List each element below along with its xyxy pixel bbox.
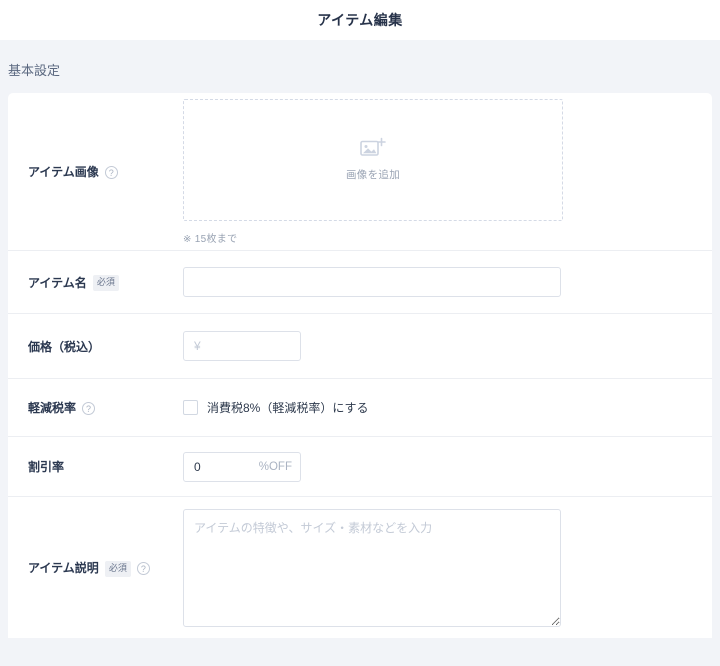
price-label-text: 価格（税込） [28, 339, 101, 354]
reduced-tax-field: 消費税8%（軽減税率）にする [183, 399, 692, 416]
discount-rate-field: %OFF [183, 451, 692, 482]
field-label-item-image: アイテム画像 ? [28, 163, 183, 180]
page-title: アイテム編集 [317, 12, 403, 28]
question-mark-circle-icon[interactable]: ? [136, 562, 150, 575]
question-mark-circle-icon[interactable]: ? [82, 402, 96, 415]
basic-settings-card: アイテム画像 ? 画像を追加 ※ 15枚まで アイテム名 必須 価格（税込） ¥… [8, 93, 712, 638]
field-label-item-name: アイテム名 必須 [28, 274, 183, 291]
price-input[interactable] [183, 331, 301, 361]
form-row-price: 価格（税込） [8, 313, 712, 378]
item-name-field [183, 267, 692, 297]
item-description-textarea[interactable] [183, 508, 561, 627]
discount-rate-input-wrapper: %OFF [183, 451, 301, 482]
discount-rate-label-text: 割引率 [28, 460, 65, 474]
add-image-icon [360, 137, 386, 159]
field-label-reduced-tax: 軽減税率 ? [28, 399, 183, 416]
image-upload-dropzone[interactable]: 画像を追加 [183, 98, 563, 221]
item-image-label-text: アイテム画像 [28, 165, 99, 179]
question-mark-circle-icon[interactable]: ? [104, 166, 118, 179]
image-upload-label: 画像を追加 [346, 169, 400, 181]
section-heading-basic-settings: 基本設定 [8, 63, 61, 78]
item-description-label-text: アイテム説明 [28, 561, 99, 575]
field-label-discount-rate: 割引率 [28, 458, 183, 475]
item-image-field: 画像を追加 ※ 15枚まで [183, 98, 692, 245]
required-badge: 必須 [92, 275, 119, 291]
reduced-tax-checkbox-row[interactable]: 消費税8%（軽減税率）にする [183, 399, 692, 416]
required-badge: 必須 [104, 560, 131, 577]
item-description-field [183, 508, 692, 627]
reduced-tax-checkbox[interactable] [183, 400, 198, 415]
form-row-reduced-tax: 軽減税率 ? 消費税8%（軽減税率）にする [8, 378, 712, 436]
form-row-item-image: アイテム画像 ? 画像を追加 ※ 15枚まで [8, 93, 712, 250]
item-name-label-text: アイテム名 [28, 275, 87, 290]
form-row-item-description: アイテム説明 必須 ? [8, 496, 712, 638]
form-row-item-name: アイテム名 必須 [8, 250, 712, 313]
reduced-tax-label-text: 軽減税率 [28, 401, 77, 415]
field-label-price: 価格（税込） [28, 338, 183, 355]
discount-rate-input[interactable] [183, 451, 301, 482]
item-name-input[interactable] [183, 267, 561, 297]
price-field [183, 331, 692, 361]
page-header: アイテム編集 [0, 0, 720, 40]
form-row-discount-rate: 割引率 %OFF [8, 436, 712, 496]
reduced-tax-checkbox-label: 消費税8%（軽減税率）にする [207, 401, 369, 415]
image-upload-note: ※ 15枚まで [183, 233, 238, 245]
content-region: 基本設定 アイテム画像 ? 画像を追加 ※ 15枚まで アイテム名 必須 価格（… [0, 40, 720, 638]
field-label-item-description: アイテム説明 必須 ? [28, 559, 183, 577]
